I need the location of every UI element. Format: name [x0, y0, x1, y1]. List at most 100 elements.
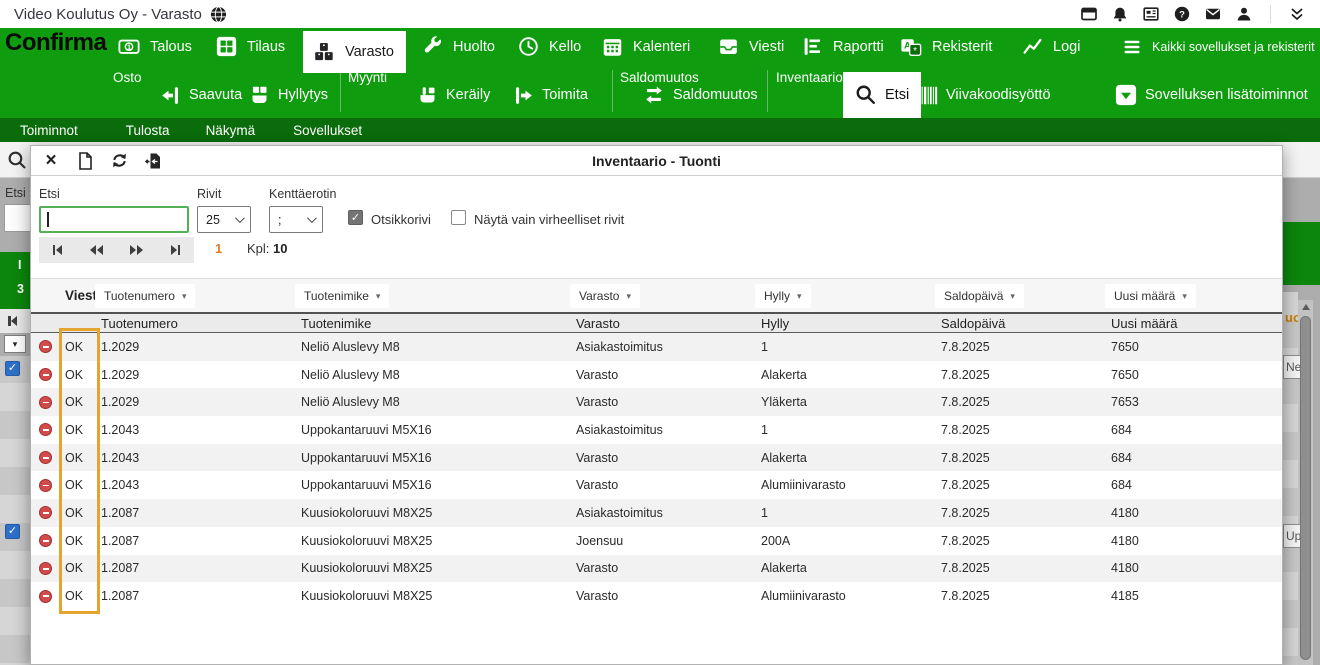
subnav-item-viivakoodisyotto[interactable]: Viivakoodisyöttö	[917, 80, 1051, 110]
import-icon[interactable]	[139, 149, 167, 173]
subnav-label: Saldomuutos	[673, 87, 758, 103]
row-checkbox[interactable]: ✓	[5, 361, 20, 376]
nav-item-kello[interactable]: Kello	[508, 28, 591, 65]
table-row[interactable]: OK1.2043Uppokantaruuvi M5X16VarastoAlumi…	[31, 471, 1282, 499]
row-checkbox[interactable]: ✓	[5, 524, 20, 539]
news-icon[interactable]	[1142, 5, 1160, 23]
background-pager-button[interactable]	[0, 309, 30, 333]
cell-tuotenumero: 1.2087	[101, 561, 301, 575]
delimiter-select-value: ;	[278, 213, 281, 227]
errors-only-checkbox[interactable]	[451, 210, 466, 225]
rows-select[interactable]: 25	[197, 206, 251, 233]
errors-only-checkbox-label: Näytä vain virheelliset rivit	[474, 212, 624, 227]
filter-chip-1[interactable]: Tuotenumero▾	[95, 284, 195, 308]
header-row-checkbox[interactable]: ✓	[348, 210, 363, 225]
first-page-button[interactable]	[51, 241, 65, 259]
subnav-item-toimita[interactable]: Toimita	[513, 80, 588, 110]
nav-item-talous[interactable]: 1 Talous	[108, 28, 202, 65]
table-row[interactable]: OK1.2087Kuusiokoloruuvi M8X25Joensuu200A…	[31, 527, 1282, 555]
nav-item-kaikki-sovellukset[interactable]: Kaikki sovellukset ja rekisterit	[1112, 28, 1320, 65]
background-filter-chip[interactable]: ▾	[4, 335, 26, 353]
filter-chip-5[interactable]: Saldopäivä▾	[935, 284, 1024, 308]
row-icon-cell	[31, 479, 61, 492]
filter-chip-4[interactable]: Hylly▾	[755, 284, 811, 308]
group-divider	[340, 70, 341, 112]
nav-label: Kello	[549, 39, 581, 55]
user-icon[interactable]	[1235, 5, 1253, 23]
shelf-hand-icon	[249, 85, 270, 106]
subnav-item-hyllytys[interactable]: Hyllytys	[249, 80, 328, 110]
globe-icon[interactable]	[210, 6, 227, 23]
cell-tuotenumero: 1.2087	[101, 506, 301, 520]
nav-item-logi[interactable]: Logi	[1012, 28, 1090, 65]
nav-item-kalenteri[interactable]: Kalenteri	[592, 28, 700, 65]
import-dialog: × Inventaario - Tuonti Etsi Rivit 25 Ken…	[30, 145, 1283, 665]
nav-item-tilaus[interactable]: Tilaus	[206, 28, 295, 65]
collapse-chevrons-icon[interactable]	[1288, 5, 1306, 23]
next-page-button[interactable]	[128, 241, 145, 259]
table-row[interactable]: OK1.2029Neliö Aluslevy M8VarastoAlakerta…	[31, 361, 1282, 389]
nav-label: Tilaus	[247, 39, 285, 55]
search-input[interactable]	[39, 206, 189, 233]
filter-chip-6[interactable]: Uusi määrä▾	[1105, 284, 1196, 308]
scrollbar-up-icon[interactable]	[1302, 304, 1310, 310]
translate-icon: A*	[900, 36, 922, 58]
new-document-icon[interactable]	[71, 149, 99, 173]
mail-icon[interactable]	[1204, 5, 1222, 23]
prev-page-button[interactable]	[88, 241, 105, 259]
last-page-button[interactable]	[169, 241, 183, 259]
column-header-5: Saldopäivä	[941, 316, 1111, 331]
refresh-icon[interactable]	[105, 149, 133, 173]
cell-varasto: Asiakastoimitus	[576, 340, 761, 354]
cell-uusi-maara: 684	[1111, 478, 1282, 492]
chevron-down-icon: ▾	[797, 291, 802, 302]
table-row[interactable]: OK1.2087Kuusiokoloruuvi M8X25Asiakastoim…	[31, 499, 1282, 527]
cell-varasto: Varasto	[576, 395, 761, 409]
table-row[interactable]: OK1.2087Kuusiokoloruuvi M8X25VarastoAlum…	[31, 582, 1282, 610]
search-icon[interactable]	[7, 150, 26, 169]
menu-tulosta[interactable]: Tulosta	[126, 123, 170, 138]
menu-sovellukset[interactable]: Sovellukset	[293, 123, 362, 138]
group-label-inventaario: Inventaario	[776, 70, 843, 85]
grid-icon	[216, 36, 237, 57]
menu-bar: Toiminnot Tulosta Näkymä Sovellukset	[0, 118, 1320, 142]
nav-item-raportti[interactable]: Raportti	[792, 28, 894, 65]
table-row[interactable]: OK1.2087Kuusiokoloruuvi M8X25VarastoAlak…	[31, 555, 1282, 583]
cell-hylly: 200A	[761, 534, 941, 548]
title-bar: Video Koulutus Oy - Varasto ?	[0, 0, 1320, 28]
filter-chip-2[interactable]: Tuotenimike▾	[295, 284, 389, 308]
nav-item-viesti[interactable]: Viesti	[708, 28, 794, 65]
menu-nakyma[interactable]: Näkymä	[206, 123, 256, 138]
nav-item-huolto[interactable]: Huolto	[412, 28, 505, 65]
filter-chip-3[interactable]: Varasto▾	[570, 284, 640, 308]
scrollbar-thumb[interactable]	[1300, 316, 1311, 660]
row-status: OK	[61, 561, 101, 575]
cell-tuotenumero: 1.2043	[101, 451, 301, 465]
subnav-item-keraily[interactable]: Keräily	[417, 80, 490, 110]
table-row[interactable]: OK1.2029Neliö Aluslevy M8Asiakastoimitus…	[31, 333, 1282, 361]
nav-item-varasto[interactable]: Varasto	[303, 31, 406, 73]
table-row[interactable]: OK1.2043Uppokantaruuvi M5X16VarastoAlake…	[31, 444, 1282, 472]
current-page[interactable]: 1	[215, 241, 222, 256]
subnav-item-saldomuutos[interactable]: Saldomuutos	[643, 80, 758, 110]
menu-toiminnot[interactable]: Toiminnot	[20, 123, 78, 138]
close-icon[interactable]: ×	[37, 149, 65, 173]
delimiter-select[interactable]: ;	[269, 206, 323, 233]
svg-text:1: 1	[127, 42, 131, 51]
subnav-item-lisatoiminnot[interactable]: Sovelluksen lisätoiminnot	[1115, 80, 1308, 110]
group-divider	[612, 70, 613, 112]
cell-varasto: Varasto	[576, 589, 761, 603]
cell-saldopaiva: 7.8.2025	[941, 506, 1111, 520]
help-icon[interactable]: ?	[1173, 5, 1191, 23]
dialog-titlebar: × Inventaario - Tuonti	[31, 146, 1282, 176]
table-row[interactable]: OK1.2043Uppokantaruuvi M5X16Asiakastoimi…	[31, 416, 1282, 444]
subnav-item-etsi[interactable]: Etsi	[843, 72, 921, 118]
cell-tuotenumero: 1.2029	[101, 340, 301, 354]
nav-item-rekisterit[interactable]: A* Rekisterit	[890, 28, 1002, 65]
column-header-1: Tuotenumero	[101, 316, 301, 331]
background-green-panel: I 3	[0, 252, 30, 309]
window-icon[interactable]	[1080, 5, 1098, 23]
subnav-item-saavuta[interactable]: Saavuta	[160, 80, 242, 110]
bell-icon[interactable]	[1111, 5, 1129, 23]
table-row[interactable]: OK1.2029Neliö Aluslevy M8VarastoYläkerta…	[31, 388, 1282, 416]
